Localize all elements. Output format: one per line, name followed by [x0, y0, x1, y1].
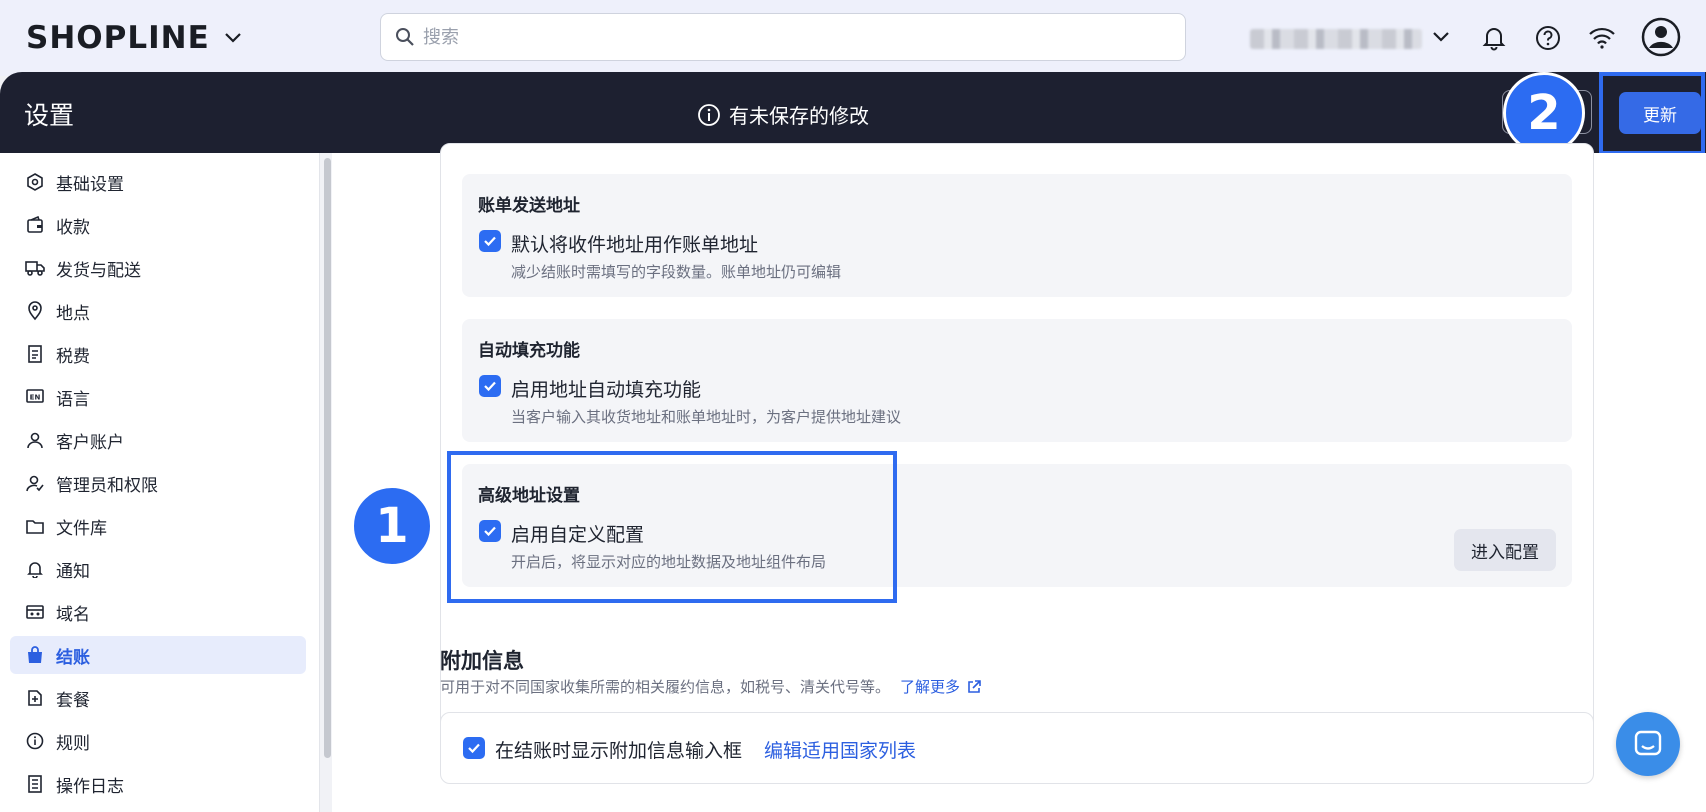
admin-user-icon — [24, 472, 46, 494]
step-2-badge: 2 — [1503, 72, 1585, 154]
learn-more-text: 了解更多 — [900, 678, 961, 696]
wifi-icon[interactable] — [1586, 22, 1618, 54]
sidebar-item-admins[interactable]: 管理员和权限 — [10, 464, 306, 502]
sidebar-item-label: 管理员和权限 — [56, 475, 158, 496]
sidebar-scrollbar[interactable] — [324, 158, 331, 758]
help-icon[interactable] — [1532, 22, 1564, 54]
sidebar-item-label: 基础设置 — [56, 174, 124, 195]
truck-icon — [24, 257, 46, 279]
autofill-checkbox-label: 启用地址自动填充功能 — [511, 379, 702, 401]
unsaved-text: 有未保存的修改 — [729, 104, 869, 128]
learn-more-link[interactable]: 了解更多 — [900, 676, 982, 697]
billing-checkbox-label: 默认将收件地址用作账单地址 — [511, 234, 759, 256]
advanced-highlight-box — [447, 451, 897, 603]
extra-info-checkbox[interactable] — [463, 737, 485, 759]
settings-sidebar: 基础设置 收款 发货与配送 地点 税费 EN 语言 客户账户 管理员和权限 文件… — [0, 153, 320, 812]
sidebar-item-basic-settings[interactable]: 基础设置 — [10, 163, 306, 201]
shopping-bag-icon — [24, 644, 46, 666]
avatar-icon[interactable] — [1641, 17, 1681, 57]
billing-desc: 减少结账时需填写的字段数量。账单地址仍可编辑 — [511, 263, 842, 281]
sidebar-item-customer-accounts[interactable]: 客户账户 — [10, 421, 306, 459]
autofill-title: 自动填充功能 — [478, 341, 580, 361]
extra-info-desc: 可用于对不同国家收集所需的相关履约信息，如税号、清关代号等。 了解更多 — [440, 676, 982, 697]
billing-checkbox[interactable] — [479, 230, 501, 252]
log-icon — [24, 773, 46, 795]
check-icon — [484, 381, 496, 392]
info-icon — [24, 730, 46, 752]
sidebar-item-label: 文件库 — [56, 518, 107, 539]
sidebar-item-label: 规则 — [56, 733, 90, 754]
user-icon — [24, 429, 46, 451]
store-switcher[interactable]: SHOPLINE — [26, 18, 242, 58]
chat-icon — [1634, 730, 1662, 756]
extra-info-title: 附加信息 — [440, 649, 524, 673]
page-title: 设置 — [24, 101, 75, 130]
search-icon — [396, 28, 414, 46]
sidebar-item-label: 语言 — [56, 389, 90, 410]
settings-header-bar: 设置 有未保存的修改 放弃 更新 — [0, 72, 1706, 153]
sidebar-item-files[interactable]: 文件库 — [10, 507, 306, 545]
bell-icon — [24, 558, 46, 580]
sidebar-item-plans[interactable]: 套餐 — [10, 679, 306, 717]
sidebar-item-label: 套餐 — [56, 690, 90, 711]
check-icon — [484, 236, 496, 247]
tax-doc-icon — [24, 343, 46, 365]
edit-country-list-link[interactable]: 编辑适用国家列表 — [764, 736, 916, 763]
extra-info-checkbox-label: 在结账时显示附加信息输入框 — [495, 740, 743, 762]
sidebar-item-locations[interactable]: 地点 — [10, 292, 306, 330]
sidebar-item-label: 操作日志 — [56, 776, 124, 797]
sidebar-item-domains[interactable]: 域名 — [10, 593, 306, 631]
unsaved-changes-notice: 有未保存的修改 — [697, 100, 869, 129]
sidebar-item-label: 地点 — [56, 303, 90, 324]
bell-icon[interactable] — [1478, 22, 1510, 54]
top-navigation: SHOPLINE — [0, 0, 1706, 76]
sidebar-item-language[interactable]: EN 语言 — [10, 378, 306, 416]
autofill-checkbox[interactable] — [479, 375, 501, 397]
search-input[interactable] — [423, 26, 1123, 48]
shopline-logo: SHOPLINE — [26, 20, 210, 56]
settings-hex-icon — [24, 171, 46, 193]
update-highlight-box — [1599, 72, 1705, 155]
wallet-icon — [24, 214, 46, 236]
store-name-blurred — [1250, 29, 1422, 49]
account-chevron-down-icon[interactable] — [1432, 26, 1450, 48]
sidebar-item-taxes[interactable]: 税费 — [10, 335, 306, 373]
sidebar-item-label: 结账 — [56, 647, 90, 668]
sidebar-item-label: 通知 — [56, 561, 90, 582]
chevron-down-icon — [224, 33, 241, 43]
domain-icon — [24, 601, 46, 623]
location-pin-icon — [24, 300, 46, 322]
sidebar-item-label: 域名 — [56, 604, 90, 625]
sidebar-item-policies[interactable]: 规则 — [10, 722, 306, 760]
sidebar-item-notifications[interactable]: 通知 — [10, 550, 306, 588]
check-icon — [468, 743, 480, 754]
sidebar-item-label: 税费 — [56, 346, 90, 367]
enter-config-button[interactable]: 进入配置 — [1454, 529, 1556, 571]
billing-title: 账单发送地址 — [478, 196, 580, 216]
sidebar-item-label: 客户账户 — [56, 432, 124, 453]
sidebar-item-shipping[interactable]: 发货与配送 — [10, 249, 306, 287]
sidebar-item-checkout[interactable]: 结账 — [10, 636, 306, 674]
step-1-badge: 1 — [351, 485, 433, 567]
autofill-desc: 当客户输入其收货地址和账单地址时，为客户提供地址建议 — [511, 408, 902, 426]
plan-icon — [24, 687, 46, 709]
svg-text:EN: EN — [30, 394, 41, 402]
extra-info-desc-text: 可用于对不同国家收集所需的相关履约信息，如税号、清关代号等。 — [440, 678, 891, 696]
sidebar-item-payments[interactable]: 收款 — [10, 206, 306, 244]
chat-support-button[interactable] — [1616, 712, 1680, 776]
sidebar-item-label: 收款 — [56, 217, 90, 238]
language-en-icon: EN — [24, 386, 46, 408]
external-link-icon — [968, 679, 981, 693]
sidebar-item-label: 发货与配送 — [56, 260, 141, 281]
info-icon — [698, 103, 720, 126]
search-box[interactable] — [380, 13, 1186, 61]
sidebar-item-activity-log[interactable]: 操作日志 — [10, 765, 306, 803]
folder-icon — [24, 515, 46, 537]
